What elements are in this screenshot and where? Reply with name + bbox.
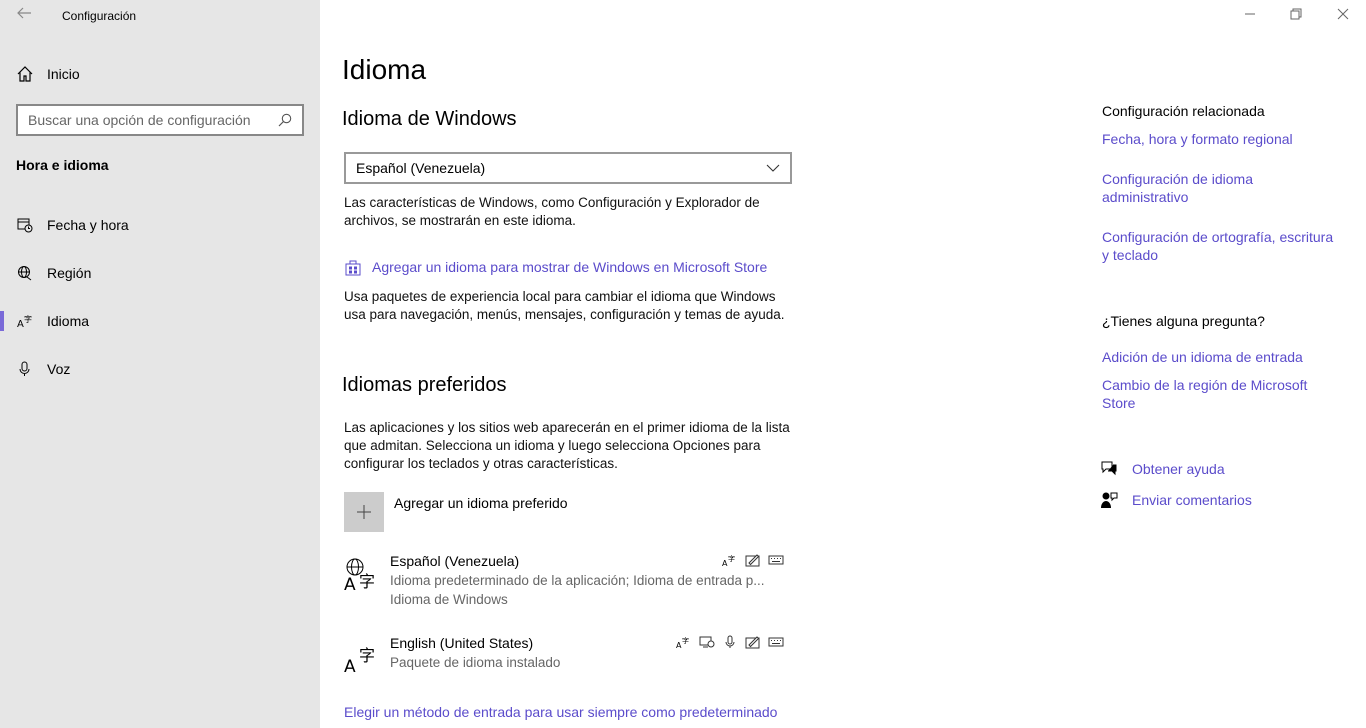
store-language-link[interactable]: Agregar un idioma para mostrar de Window…	[344, 258, 767, 276]
store-description: Usa paquetes de experiencia local para c…	[344, 289, 785, 322]
question-title: ¿Tienes alguna pregunta?	[1102, 313, 1265, 329]
home-nav-item[interactable]: Inicio	[16, 62, 80, 86]
language-name: English (United States)	[390, 635, 534, 651]
svg-text:字: 字	[359, 646, 375, 665]
svg-text:A: A	[17, 319, 24, 329]
help-chat-icon	[1101, 461, 1117, 476]
default-input-method-link[interactable]: Elegir un método de entrada para usar si…	[344, 704, 777, 720]
preferred-languages-description: Las aplicaciones y los sitios web aparec…	[344, 420, 790, 471]
page-title: Idioma	[342, 54, 427, 85]
add-preferred-language-button[interactable]: Agregar un idioma preferido	[344, 492, 568, 532]
close-icon[interactable]	[1331, 6, 1355, 26]
display-language-icon: A字	[722, 554, 735, 567]
related-link-spelling-typing[interactable]: Configuración de ortografía, escritura y…	[1102, 228, 1342, 264]
keyboard-icon	[768, 555, 784, 565]
home-icon	[17, 66, 33, 82]
sidebar: Configuración Inicio Buscar una opción d…	[0, 0, 320, 728]
keyboard-icon	[768, 637, 784, 647]
sidebar-item-voz[interactable]: Voz	[0, 349, 320, 389]
language-name: Español (Venezuela)	[390, 553, 520, 569]
send-feedback-label: Enviar comentarios	[1132, 492, 1252, 508]
back-arrow-icon[interactable]	[12, 6, 36, 26]
feedback-icon	[1101, 492, 1118, 508]
sidebar-item-label: Fecha y hora	[47, 217, 129, 233]
windows-language-heading: Idioma de Windows	[342, 108, 517, 130]
minimize-icon[interactable]	[1238, 6, 1262, 26]
related-link-admin-language[interactable]: Configuración de idioma administrativo	[1102, 170, 1342, 206]
search-icon[interactable]	[278, 113, 292, 127]
app-title: Configuración	[62, 9, 137, 23]
sidebar-item-fecha-y-hora[interactable]: Fecha y hora	[0, 205, 320, 245]
related-settings-title: Configuración relacionada	[1102, 103, 1265, 119]
related-link-regional-format[interactable]: Fecha, hora y formato regional	[1102, 130, 1342, 148]
microphone-icon	[19, 361, 30, 376]
language-item-spanish[interactable]: A字 Español (Venezuela) Idioma predetermi…	[344, 553, 784, 611]
svg-text:字: 字	[728, 554, 735, 563]
sidebar-item-idioma[interactable]: A字 Idioma	[0, 301, 320, 341]
question-link-store-region[interactable]: Cambio de la región de Microsoft Store	[1102, 376, 1342, 412]
microphone-icon	[725, 635, 735, 648]
search-placeholder: Buscar una opción de configuración	[28, 112, 251, 128]
add-preferred-label: Agregar un idioma preferido	[394, 495, 568, 511]
sidebar-item-label: Voz	[47, 361, 71, 377]
language-description: Idioma predeterminado de la aplicación; …	[390, 573, 765, 588]
store-icon	[345, 260, 361, 276]
globe-icon	[18, 266, 32, 281]
home-label: Inicio	[47, 66, 80, 82]
search-input[interactable]: Buscar una opción de configuración	[16, 104, 304, 136]
language-description: Paquete de idioma instalado	[390, 655, 561, 670]
svg-text:字: 字	[359, 572, 375, 591]
dropdown-selected-value: Español (Venezuela)	[356, 160, 486, 176]
chevron-down-icon	[766, 164, 780, 172]
preferred-languages-heading: Idiomas preferidos	[342, 374, 507, 396]
display-language-icon: A字	[676, 636, 689, 649]
language-description-2: Idioma de Windows	[390, 592, 508, 607]
handwriting-icon	[745, 554, 760, 567]
get-help-link[interactable]: Obtener ayuda	[1100, 460, 1225, 478]
question-link-input-language[interactable]: Adición de un idioma de entrada	[1102, 348, 1342, 366]
language-features: A字	[676, 635, 784, 649]
language-features: A字	[722, 553, 784, 567]
main-content: Idioma Idioma de Windows Español (Venezu…	[320, 0, 1366, 728]
get-help-label: Obtener ayuda	[1132, 461, 1225, 477]
svg-text:字: 字	[24, 314, 32, 324]
sidebar-item-label: Idioma	[47, 313, 90, 329]
language-icon: A字	[17, 314, 32, 329]
section-title: Hora e idioma	[16, 157, 109, 173]
handwriting-icon	[745, 636, 760, 649]
calendar-clock-icon	[17, 218, 33, 233]
svg-text:字: 字	[682, 636, 689, 645]
sidebar-item-label: Región	[47, 265, 92, 281]
svg-text:A: A	[344, 575, 356, 593]
send-feedback-link[interactable]: Enviar comentarios	[1100, 491, 1252, 509]
language-icon: A字	[344, 646, 375, 675]
language-globe-icon: A字	[344, 558, 375, 593]
windows-language-dropdown[interactable]: Español (Venezuela)	[344, 152, 792, 184]
plus-icon	[344, 492, 384, 532]
windows-language-description: Las características de Windows, como Con…	[344, 195, 760, 228]
store-link-label: Agregar un idioma para mostrar de Window…	[372, 259, 768, 275]
restore-icon[interactable]	[1284, 6, 1308, 26]
text-to-speech-icon	[699, 636, 715, 648]
sidebar-item-region[interactable]: Región	[0, 253, 320, 293]
svg-text:A: A	[344, 657, 356, 675]
language-item-english[interactable]: A字 English (United States) Paquete de id…	[344, 635, 784, 675]
